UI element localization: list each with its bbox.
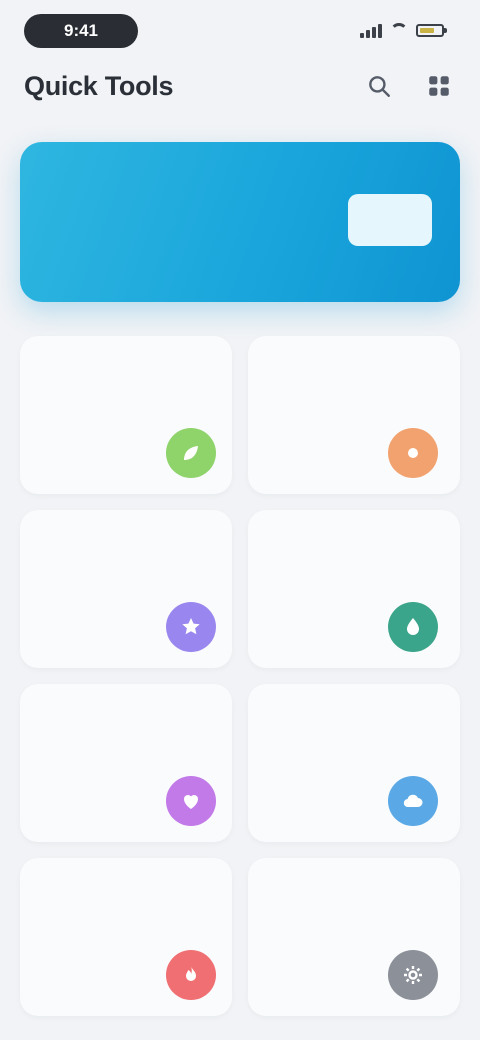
hero-badge bbox=[348, 194, 432, 246]
search-button[interactable] bbox=[362, 69, 396, 103]
cloud-icon bbox=[388, 776, 438, 826]
header-actions bbox=[362, 69, 456, 103]
tile-violet[interactable] bbox=[20, 684, 232, 842]
tile-green[interactable] bbox=[20, 336, 232, 494]
status-bar: 9:41 bbox=[0, 0, 480, 60]
battery-icon bbox=[416, 23, 447, 37]
leaf-icon bbox=[166, 428, 216, 478]
flame-icon bbox=[166, 950, 216, 1000]
page-title: Quick Tools bbox=[24, 70, 174, 101]
gear-icon bbox=[388, 950, 438, 1000]
tile-teal[interactable] bbox=[248, 510, 460, 668]
tile-orange[interactable] bbox=[248, 336, 460, 494]
status-time: 9:41 bbox=[24, 14, 138, 48]
tile-purple[interactable] bbox=[20, 510, 232, 668]
grid-menu-icon bbox=[429, 76, 449, 96]
menu-button[interactable] bbox=[422, 69, 456, 103]
heart-icon bbox=[166, 776, 216, 826]
search-icon bbox=[369, 76, 390, 97]
tile-gray[interactable] bbox=[248, 858, 460, 1016]
wifi-icon bbox=[390, 23, 408, 37]
hero-banner[interactable] bbox=[20, 142, 460, 302]
header: Quick Tools bbox=[24, 66, 456, 106]
tile-red[interactable] bbox=[20, 858, 232, 1016]
tool-grid bbox=[20, 336, 460, 1016]
signal-icon bbox=[360, 22, 382, 38]
tile-blue[interactable] bbox=[248, 684, 460, 842]
drop-icon bbox=[388, 602, 438, 652]
status-icons bbox=[360, 20, 447, 40]
star-icon bbox=[166, 602, 216, 652]
sun-icon bbox=[388, 428, 438, 478]
